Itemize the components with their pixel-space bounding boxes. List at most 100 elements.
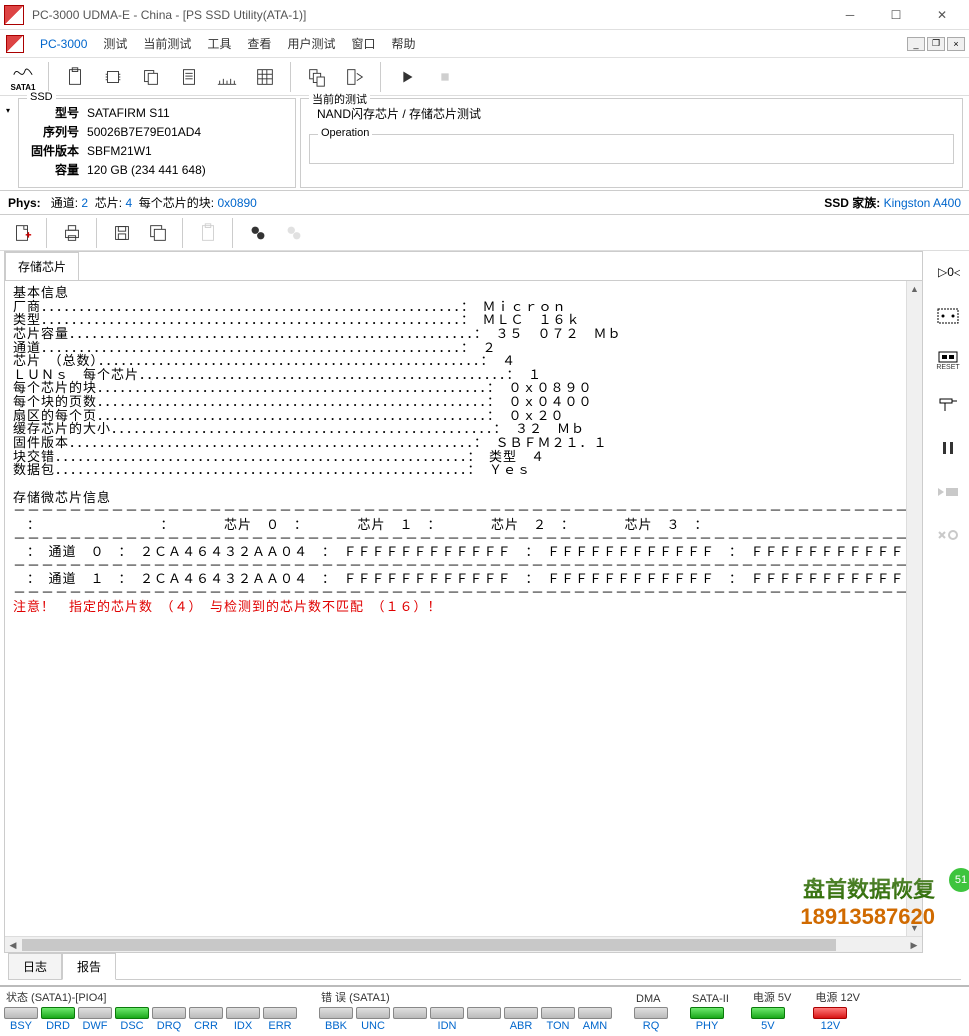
close-button[interactable]: ✕ xyxy=(919,1,965,29)
menu-current-test[interactable]: 当前测试 xyxy=(135,31,199,56)
reset-button[interactable]: RESET xyxy=(933,345,963,375)
tab-log[interactable]: 日志 xyxy=(8,953,62,979)
led-5V: 5V xyxy=(751,1007,785,1032)
scroll-up-arrow[interactable]: ▲ xyxy=(907,281,922,297)
status-group-error: 错 误 (SATA1) BBKUNCIDNABRTONAMN xyxy=(319,989,612,1032)
led-ABR: ABR xyxy=(504,1007,538,1032)
play-button[interactable] xyxy=(390,60,424,94)
mdi-close[interactable]: × xyxy=(947,37,965,51)
led-BSY: BSY xyxy=(4,1007,38,1032)
collapse-icon[interactable]: ▾ xyxy=(6,98,14,188)
power-button[interactable]: ▷0◁ xyxy=(933,257,963,287)
output-text[interactable]: 基本信息 厂商．．．．．．．．．．．．．．．．．．．．．．．．．．．．．．．．．… xyxy=(5,281,906,936)
svg-text:▷0◁: ▷0◁ xyxy=(938,265,960,279)
operation-legend: Operation xyxy=(318,127,372,139)
phys-label: Phys: xyxy=(8,196,41,210)
status-group-dma: DMA RQ xyxy=(634,993,668,1032)
app-icon xyxy=(4,5,24,25)
led-blank xyxy=(467,1007,501,1032)
save-button[interactable] xyxy=(106,217,138,249)
print-button[interactable] xyxy=(56,217,88,249)
sata1-button[interactable]: SATA1 xyxy=(6,60,40,94)
led-IDN: IDN xyxy=(430,1007,464,1032)
pause-button[interactable] xyxy=(933,433,963,463)
mdi-minimize[interactable]: _ xyxy=(907,37,925,51)
ssd-row-serial: 序列号50026B7E79E01AD4 xyxy=(27,122,210,141)
ssd-row-model: 型号SATAFIRM S11 xyxy=(27,103,210,122)
clipboard-button[interactable] xyxy=(58,60,92,94)
connector-button[interactable] xyxy=(933,389,963,419)
led-PHY: PHY xyxy=(690,1007,724,1032)
status-group-sata2: SATA-II PHY xyxy=(690,993,729,1032)
ruler-button[interactable] xyxy=(210,60,244,94)
ssd-row-fw: 固件版本SBFM21W1 xyxy=(27,141,210,160)
main-area: 存储芯片 基本信息 厂商．．．．．．．．．．．．．．．．．．．．．．．．．．．．… xyxy=(0,251,969,953)
scroll-right-arrow[interactable]: ▶ xyxy=(906,937,922,953)
document-button[interactable] xyxy=(172,60,206,94)
tab-report[interactable]: 报告 xyxy=(62,953,116,980)
led-IDX: IDX xyxy=(226,1007,260,1032)
notification-badge[interactable]: 51 xyxy=(947,866,969,894)
status-group-sata1: 状态 (SATA1)-[PIO4] BSYDRDDWFDSCDRQCRRIDXE… xyxy=(4,989,297,1032)
find-next-button[interactable] xyxy=(278,217,310,249)
test-path: NAND闪存芯片 / 存储芯片测试 xyxy=(309,103,954,128)
current-test-legend: 当前的测试 xyxy=(309,91,370,107)
led-AMN: AMN xyxy=(578,1007,612,1032)
phys-row: Phys: 通道: 2 芯片: 4 每个芯片的块: 0x0890 SSD 家族:… xyxy=(0,190,969,215)
settings-button[interactable] xyxy=(933,521,963,551)
status-group-5v: 电源 5V 5V xyxy=(751,989,792,1032)
status-bar: 状态 (SATA1)-[PIO4] BSYDRDDWFDSCDRQCRRIDXE… xyxy=(0,985,969,1036)
led-ERR: ERR xyxy=(263,1007,297,1032)
led-UNC: UNC xyxy=(356,1007,390,1032)
chip-button[interactable] xyxy=(96,60,130,94)
mdi-restore[interactable]: ❐ xyxy=(927,37,945,51)
menu-app-icon xyxy=(6,35,24,53)
led-CRR: CRR xyxy=(189,1007,223,1032)
scroll-down-arrow[interactable]: ▼ xyxy=(907,920,922,936)
content-pane: 存储芯片 基本信息 厂商．．．．．．．．．．．．．．．．．．．．．．．．．．．．… xyxy=(4,251,923,953)
main-toolbar: SATA1 xyxy=(0,58,969,96)
chip-icon[interactable] xyxy=(933,301,963,331)
menu-view[interactable]: 查看 xyxy=(239,31,279,56)
side-toolbar: ▷0◁ RESET xyxy=(927,251,969,953)
secondary-toolbar xyxy=(0,215,969,251)
led-DRD: DRD xyxy=(41,1007,75,1032)
menu-user-test[interactable]: 用户测试 xyxy=(279,31,343,56)
save-as-button[interactable] xyxy=(142,217,174,249)
vertical-scrollbar[interactable]: ▲ ▼ xyxy=(906,281,922,936)
led-RQ: RQ xyxy=(634,1007,668,1032)
grid-button[interactable] xyxy=(248,60,282,94)
paste-button[interactable] xyxy=(192,217,224,249)
led-12V: 12V xyxy=(813,1007,847,1032)
stack-button[interactable] xyxy=(300,60,334,94)
run-chip-button[interactable] xyxy=(933,477,963,507)
window-title: PC-3000 UDMA-E - China - [PS SSD Utility… xyxy=(32,8,827,22)
tab-storage-chip[interactable]: 存储芯片 xyxy=(5,252,79,280)
led-DSC: DSC xyxy=(115,1007,149,1032)
chip-tab-row: 存储芯片 xyxy=(5,252,922,281)
maximize-button[interactable]: ☐ xyxy=(873,1,919,29)
bottom-tabs: 日志 报告 xyxy=(8,953,961,980)
operation-group: Operation xyxy=(309,134,954,164)
scroll-left-arrow[interactable]: ◀ xyxy=(5,937,21,953)
led-TON: TON xyxy=(541,1007,575,1032)
menu-test[interactable]: 测试 xyxy=(95,31,135,56)
stop-button[interactable] xyxy=(428,60,462,94)
menu-bar: PC-3000 测试 当前测试 工具 查看 用户测试 窗口 帮助 _ ❐ × xyxy=(0,30,969,58)
minimize-button[interactable]: ─ xyxy=(827,1,873,29)
ssd-row-capacity: 容量120 GB (234 441 648) xyxy=(27,160,210,179)
current-test-group: 当前的测试 NAND闪存芯片 / 存储芯片测试 Operation xyxy=(300,98,963,188)
ssd-legend: SSD xyxy=(27,91,56,103)
copy-button[interactable] xyxy=(134,60,168,94)
new-doc-button[interactable] xyxy=(6,217,38,249)
menu-tools[interactable]: 工具 xyxy=(199,31,239,56)
horizontal-scrollbar[interactable]: ◀ ▶ xyxy=(5,936,922,952)
led-DWF: DWF xyxy=(78,1007,112,1032)
menu-app-label[interactable]: PC-3000 xyxy=(32,33,95,55)
exit-button[interactable] xyxy=(338,60,372,94)
menu-help[interactable]: 帮助 xyxy=(383,31,423,56)
title-bar: PC-3000 UDMA-E - China - [PS SSD Utility… xyxy=(0,0,969,30)
window-controls: ─ ☐ ✕ xyxy=(827,1,965,29)
menu-window[interactable]: 窗口 xyxy=(343,31,383,56)
find-button[interactable] xyxy=(242,217,274,249)
